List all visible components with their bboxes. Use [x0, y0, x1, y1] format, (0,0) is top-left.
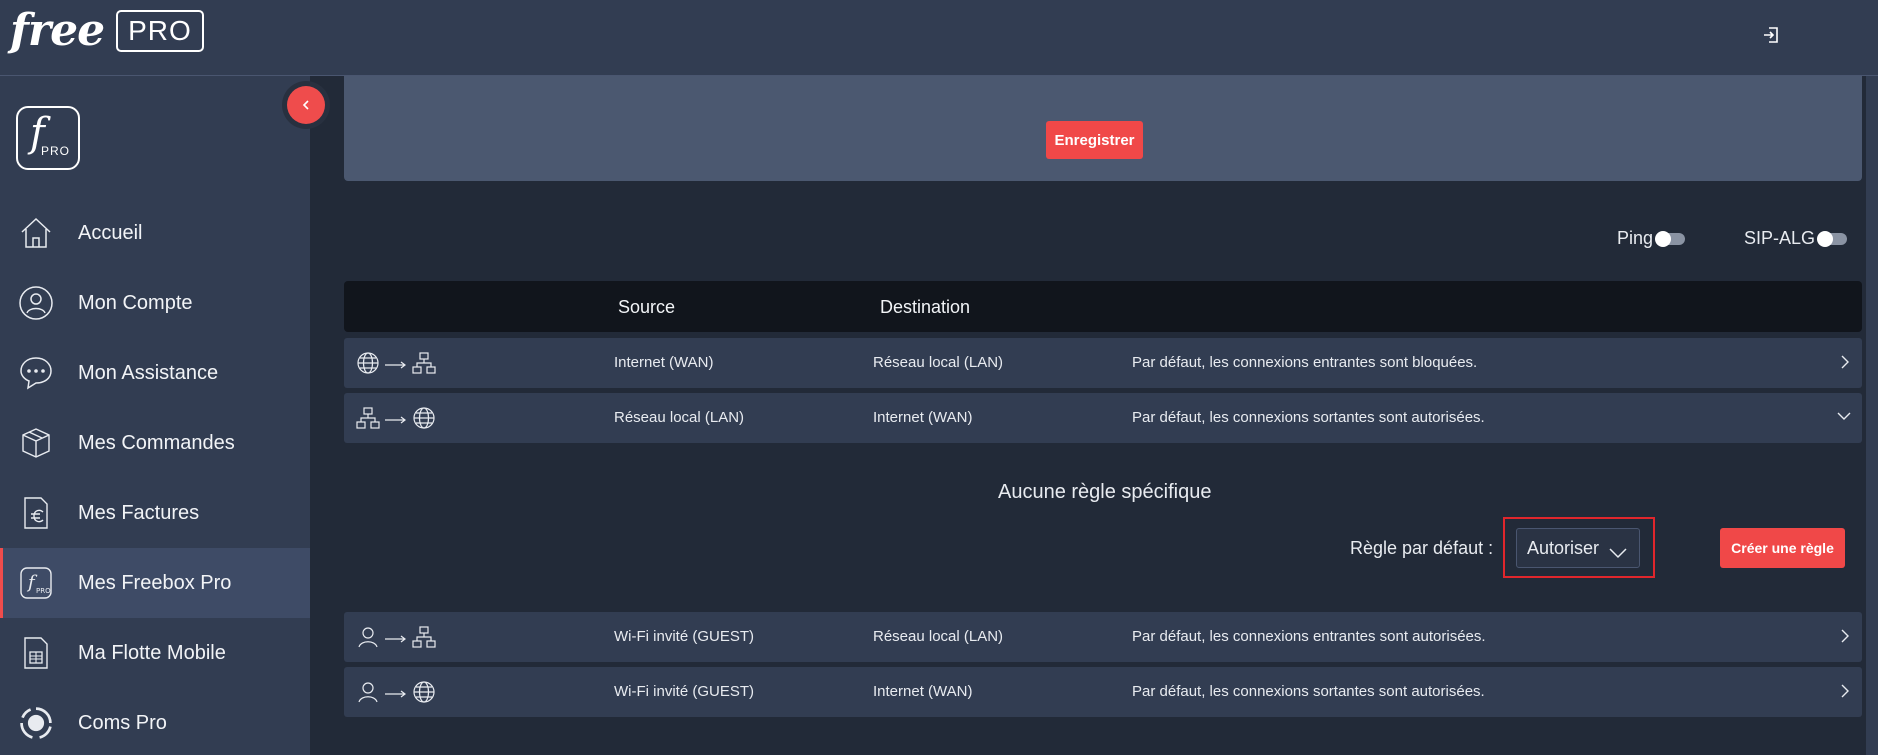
sidebar-logo-sub: PRO [40, 144, 70, 158]
sidebar-item-label: Coms Pro [78, 711, 167, 734]
logo-badge: PRO [116, 10, 204, 52]
arrow-right-icon [384, 357, 408, 375]
row-flow-icons [356, 406, 436, 435]
table-row[interactable]: Wi-Fi invité (GUEST) Réseau local (LAN) … [344, 612, 1862, 662]
sidebar: f PRO Accueil Mon Compte Mon Assistance … [0, 76, 310, 755]
sidebar-item-mes-commandes[interactable]: Mes Commandes [0, 408, 310, 478]
sidebar-item-label: Ma Flotte Mobile [78, 641, 226, 664]
sidebar-collapse-button[interactable] [282, 81, 330, 129]
main-content: Enregistrer Ping SIP-ALG Source Destinat… [310, 76, 1878, 755]
arrow-right-icon [384, 412, 408, 430]
chevron-left-icon [287, 86, 325, 124]
logout-icon[interactable] [1760, 24, 1782, 46]
network-icon [356, 406, 380, 435]
user-icon [356, 680, 380, 709]
settings-panel: Enregistrer [344, 76, 1862, 181]
package-icon [18, 425, 54, 461]
sidebar-item-mon-compte[interactable]: Mon Compte [0, 268, 310, 338]
svg-text:PRO: PRO [36, 587, 51, 595]
row-flow-icons [356, 351, 436, 380]
main-scrollbar[interactable] [1866, 76, 1878, 755]
sidebar-item-mes-factures[interactable]: Mes Factures [0, 478, 310, 548]
sim-card-icon [18, 635, 54, 671]
highlight-box [1503, 517, 1655, 578]
row-source: Wi-Fi invité (GUEST) [614, 628, 754, 645]
row-description: Par défaut, les connexions entrantes son… [1132, 628, 1486, 645]
sidebar-item-label: Mon Assistance [78, 361, 219, 384]
user-circle-icon [18, 285, 54, 321]
sidebar-item-mon-assistance[interactable]: Mon Assistance [0, 338, 310, 408]
chevron-right-icon[interactable] [1838, 354, 1852, 375]
default-rule-label: Règle par défaut : [1350, 538, 1494, 558]
column-header-destination: Destination [880, 297, 971, 317]
row-flow-icons [356, 625, 436, 654]
free-pro-logo[interactable]: free PRO [10, 6, 204, 56]
sidebar-item-label: Mes Commandes [78, 431, 235, 454]
sidebar-item-coms-pro[interactable]: Coms Pro [0, 688, 310, 755]
chevron-right-icon[interactable] [1838, 683, 1852, 704]
sip-alg-toggle[interactable]: SIP-ALG [1744, 228, 1848, 249]
sidebar-item-label: Mon Compte [78, 291, 193, 314]
sip-alg-switch[interactable] [1817, 230, 1848, 247]
ping-label: Ping [1617, 228, 1654, 248]
row-description: Par défaut, les connexions sortantes son… [1132, 683, 1485, 700]
row-destination: Internet (WAN) [873, 683, 973, 700]
arrow-right-icon [384, 686, 408, 704]
table-row[interactable]: Internet (WAN) Réseau local (LAN) Par dé… [344, 338, 1862, 388]
save-button[interactable]: Enregistrer [1046, 121, 1143, 159]
row-destination: Internet (WAN) [873, 409, 973, 426]
table-header: Source Destination [344, 281, 1862, 332]
sidebar-item-accueil[interactable]: Accueil [0, 198, 310, 268]
row-source: Réseau local (LAN) [614, 409, 745, 426]
user-icon [356, 625, 380, 654]
invoice-euro-icon [18, 495, 54, 531]
row-description: Par défaut, les connexions sortantes son… [1132, 409, 1485, 426]
home-icon [18, 215, 54, 251]
row-source: Wi-Fi invité (GUEST) [614, 683, 754, 700]
row-destination: Réseau local (LAN) [873, 354, 1004, 371]
network-icon [412, 625, 436, 654]
sidebar-item-label: Accueil [78, 221, 143, 244]
no-specific-rule-text: Aucune règle spécifique [998, 481, 1212, 503]
sidebar-item-ma-flotte-mobile[interactable]: Ma Flotte Mobile [0, 618, 310, 688]
globe-icon [412, 406, 436, 435]
chevron-right-icon[interactable] [1838, 628, 1852, 649]
freebox-pro-logo-icon: f PRO [16, 106, 80, 170]
table-row[interactable]: Wi-Fi invité (GUEST) Internet (WAN) Par … [344, 667, 1862, 717]
coms-pro-icon [18, 705, 54, 741]
network-icon [412, 351, 436, 380]
sidebar-item-label: Mes Freebox Pro [78, 571, 232, 594]
sidebar-item-mes-freebox-pro[interactable]: f PRO Mes Freebox Pro [0, 548, 310, 618]
top-header: free PRO [0, 0, 1878, 76]
freebox-pro-icon: f PRO [18, 565, 54, 601]
row-source: Internet (WAN) [614, 354, 714, 371]
row-flow-icons [356, 680, 436, 709]
table-row[interactable]: Réseau local (LAN) Internet (WAN) Par dé… [344, 393, 1862, 443]
row-destination: Réseau local (LAN) [873, 628, 1004, 645]
chevron-down-icon[interactable] [1836, 409, 1852, 428]
column-header-source: Source [618, 297, 676, 317]
globe-icon [356, 351, 380, 380]
create-rule-button[interactable]: Créer une règle [1720, 528, 1845, 568]
arrow-right-icon [384, 631, 408, 649]
ping-toggle[interactable]: Ping [1617, 228, 1686, 249]
ping-switch[interactable] [1655, 230, 1686, 247]
sip-alg-label: SIP-ALG [1744, 228, 1816, 248]
sidebar-item-label: Mes Factures [78, 501, 200, 524]
globe-icon [412, 680, 436, 709]
row-description: Par défaut, les connexions entrantes son… [1132, 354, 1478, 371]
chat-bubble-icon [18, 355, 54, 391]
logo-text: free [10, 5, 105, 56]
